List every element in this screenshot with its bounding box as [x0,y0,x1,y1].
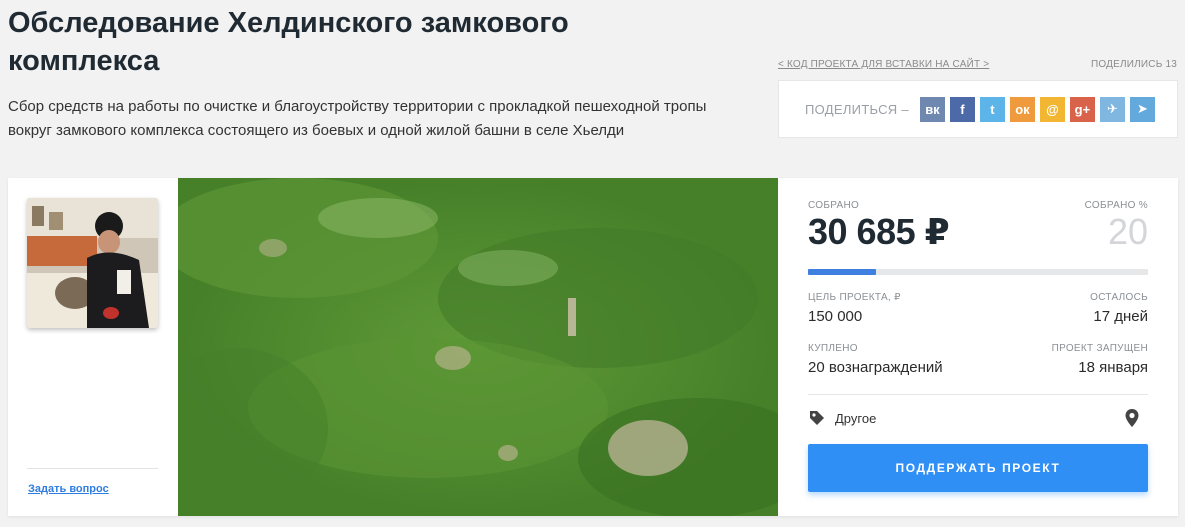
ask-question-link[interactable]: Задать вопрос [28,483,109,495]
share-odnoklassniki-button[interactable]: ок [1009,96,1035,122]
progress-bar [808,269,1148,275]
share-label: ПОДЕЛИТЬСЯ – [805,101,909,117]
divider [27,468,158,469]
share-twitter-button[interactable]: t [979,96,1005,122]
share-telegram-button[interactable]: ➤ [1129,96,1155,122]
bought-label: КУПЛЕНО [808,343,858,354]
launched-value: 18 января [1078,359,1148,376]
remaining-label: ОСТАЛОСЬ [1090,292,1148,303]
share-facebook-button[interactable]: f [949,96,975,122]
support-project-button[interactable]: ПОДДЕРЖАТЬ ПРОЕКТ [808,444,1148,492]
share-panel: ПОДЕЛИТЬСЯ – вк f t ок @ g+ ✈ ➤ [778,80,1178,138]
category-tag[interactable]: Другое [808,409,876,427]
embed-code-link[interactable]: < КОД ПРОЕКТА ДЛЯ ВСТАВКИ НА САЙТ > [778,59,989,70]
collected-label: СОБРАНО [808,200,860,211]
remaining-value: 17 дней [1093,308,1148,325]
location-pin-icon[interactable] [1124,408,1140,433]
goal-label: ЦЕЛЬ ПРОЕКТА, ₽ [808,292,901,303]
launched-label: ПРОЕКТ ЗАПУЩЕН [1051,343,1148,354]
project-main-image[interactable] [178,178,778,516]
share-vk-button[interactable]: вк [919,96,945,122]
author-avatar[interactable] [27,198,158,328]
share-livejournal-button[interactable]: ✈ [1099,96,1125,122]
project-card: Задать вопрос СОБРАНО СОБРАНО % 30 685 ₽… [8,178,1178,516]
goal-value: 150 000 [808,308,863,325]
shared-count: ПОДЕЛИЛИСЬ 13 [1091,59,1177,70]
collected-percent: 20 [1107,211,1148,252]
progress-fill [808,269,876,275]
collected-amount: 30 685 ₽ [808,211,950,252]
collected-percent-label: СОБРАНО % [1084,200,1148,211]
share-google-plus-button[interactable]: g+ [1069,96,1095,122]
project-description: Сбор средств на работы по очистке и благ… [8,98,707,139]
category-label: Другое [835,410,877,426]
divider [808,394,1148,395]
page-title: Обследование Хелдинского замкового компл… [8,7,569,77]
share-mail-button[interactable]: @ [1039,96,1065,122]
bought-value: 20 вознаграждений [808,359,943,376]
share-buttons: вк f t ок @ g+ ✈ ➤ [915,96,1155,122]
tag-icon [808,409,826,427]
funding-stats: СОБРАНО СОБРАНО % 30 685 ₽ 20 ЦЕЛЬ ПРОЕК… [808,178,1148,516]
